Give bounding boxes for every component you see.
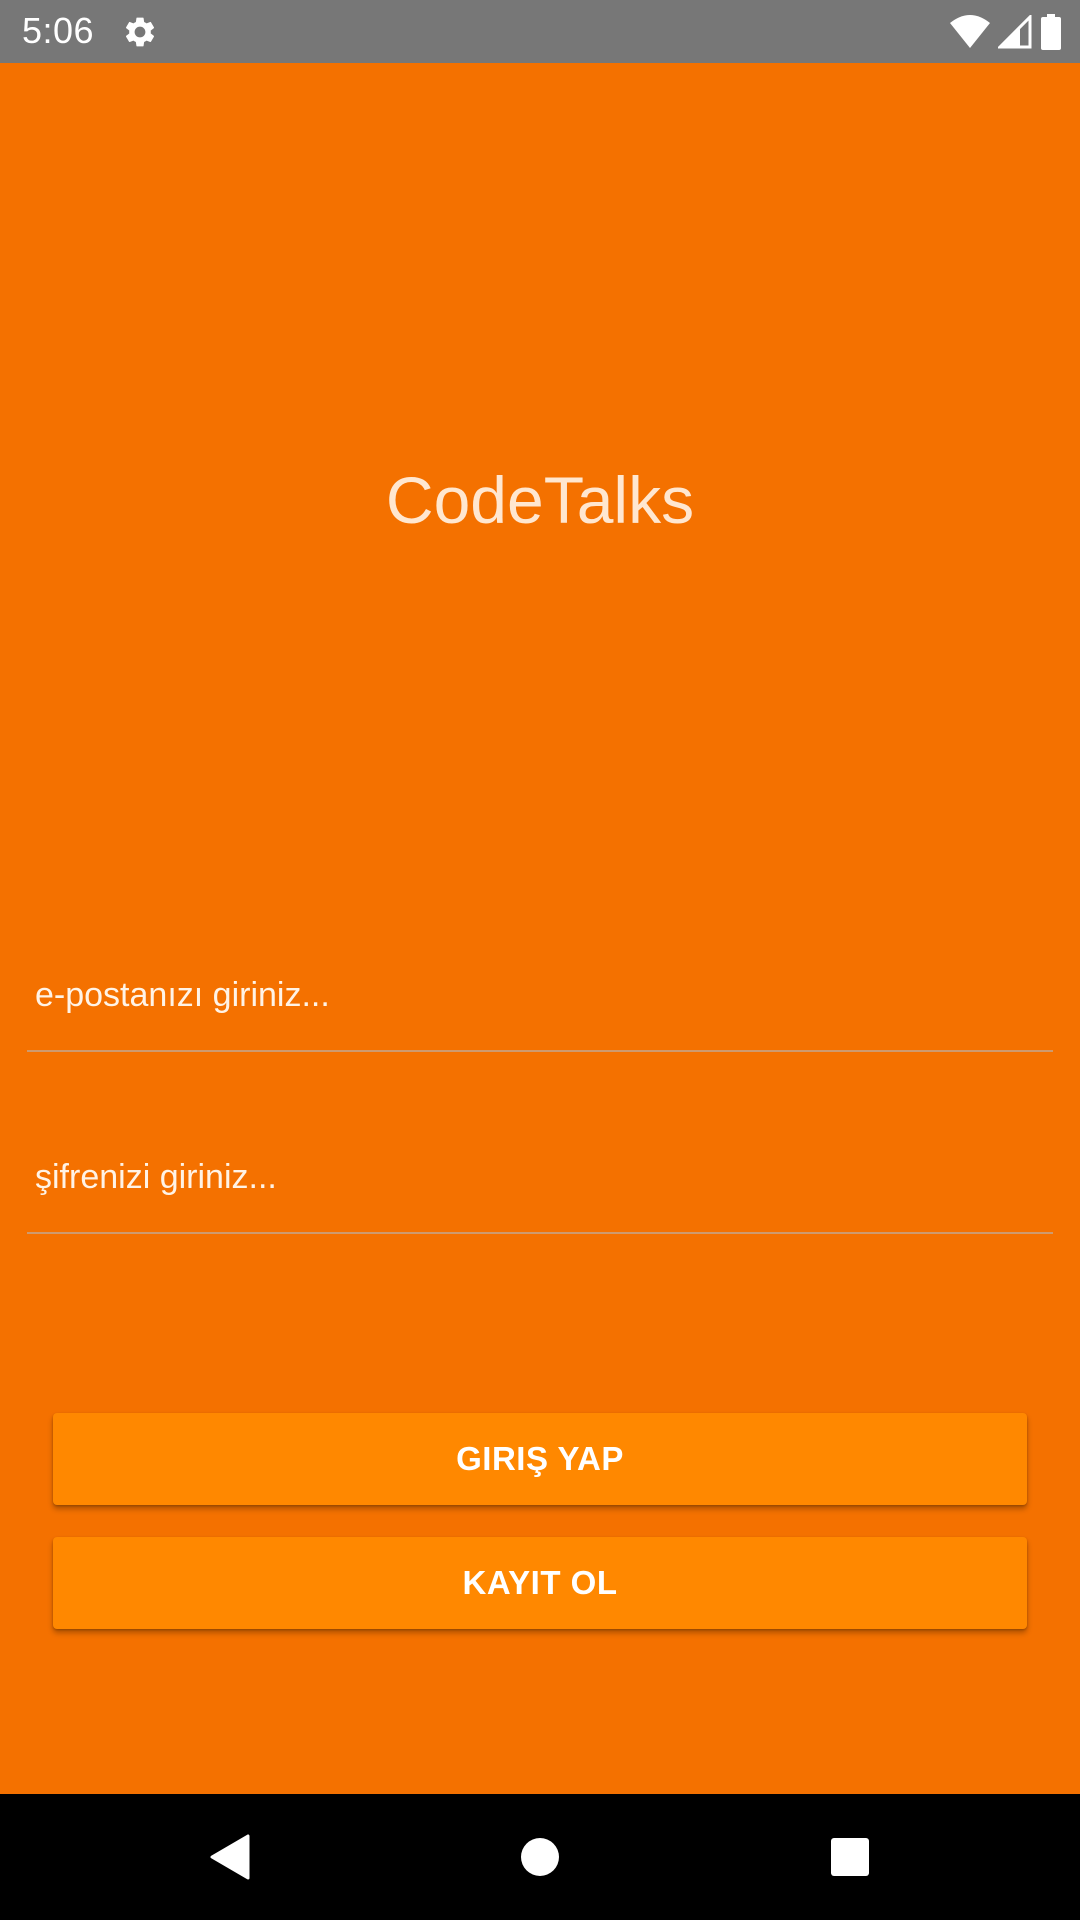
login-button[interactable]: GIRIŞ YAP [53, 1413, 1027, 1505]
battery-icon [1041, 14, 1061, 50]
signal-icon [998, 15, 1032, 49]
email-input[interactable] [35, 940, 1035, 1050]
gear-icon [125, 17, 155, 47]
status-icons [950, 12, 1062, 52]
login-screen: 5:06 CodeTalks GIRIŞ YAP KAYIT OL [0, 0, 1080, 1920]
back-icon [210, 1834, 250, 1880]
status-bar: 5:06 [0, 0, 1080, 63]
home-icon [521, 1838, 559, 1876]
recents-button[interactable] [820, 1827, 880, 1887]
status-time: 5:06 [22, 10, 95, 51]
navigation-bar [0, 1794, 1080, 1920]
app-title: CodeTalks [385, 463, 695, 537]
wifi-icon [950, 15, 990, 48]
register-button[interactable]: KAYIT OL [53, 1537, 1027, 1629]
password-input[interactable] [35, 1122, 1035, 1232]
email-field-container [27, 940, 1053, 1052]
back-button[interactable] [200, 1827, 260, 1887]
recents-icon [831, 1838, 869, 1876]
home-button[interactable] [510, 1827, 570, 1887]
password-field-container [27, 1122, 1053, 1234]
